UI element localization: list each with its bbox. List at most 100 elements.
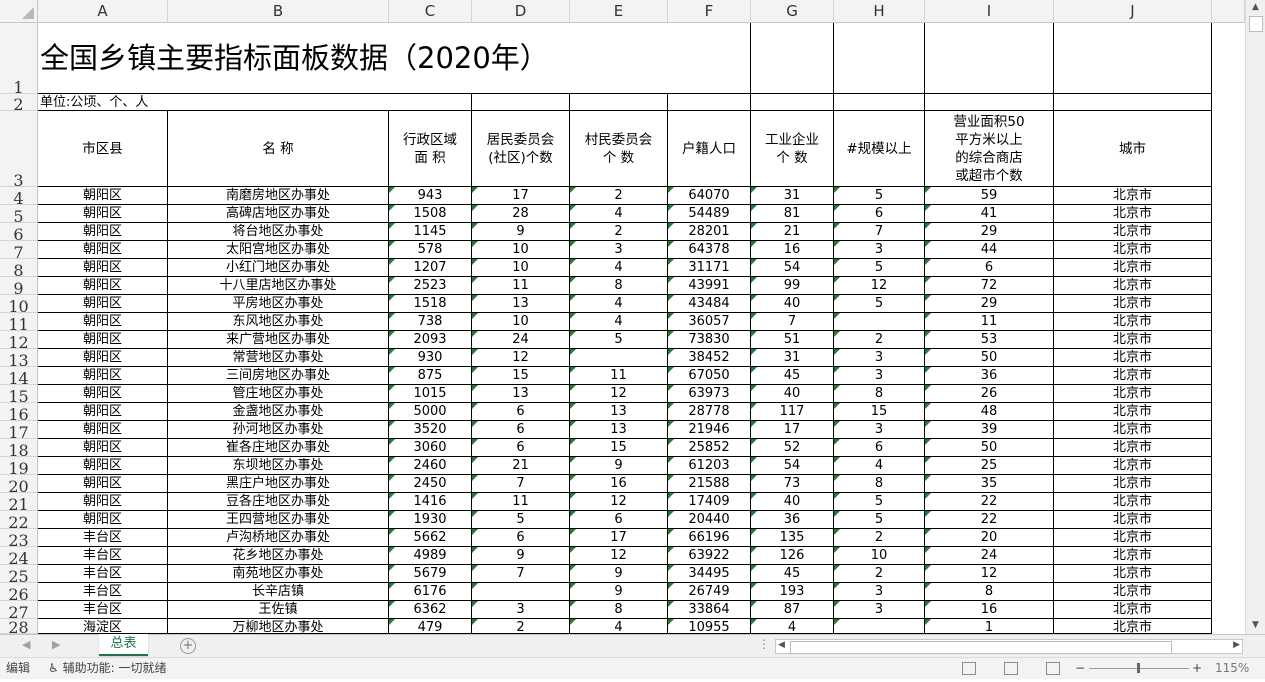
row-header-3[interactable]: 3	[0, 111, 38, 190]
cell-a22[interactable]: 朝阳区	[38, 511, 168, 529]
cell-e23[interactable]: 17	[570, 529, 668, 547]
header-cell-j[interactable]: 城市	[1054, 111, 1212, 187]
cell-h14[interactable]: 3	[834, 367, 925, 385]
cell-e4[interactable]: 2	[570, 187, 668, 205]
header-cell-h[interactable]: #规模以上	[834, 111, 925, 187]
cell-g26[interactable]: 193	[751, 583, 834, 601]
cell-c10[interactable]: 1518	[389, 295, 472, 313]
cell-j26[interactable]: 北京市	[1054, 583, 1212, 601]
cell-i20[interactable]: 35	[925, 475, 1054, 493]
cell-d6[interactable]: 9	[472, 223, 570, 241]
cell-c19[interactable]: 2460	[389, 457, 472, 475]
header-cell-g[interactable]: 工业企业 个 数	[751, 111, 834, 187]
cell-f12[interactable]: 73830	[668, 331, 751, 349]
cell-c4[interactable]: 943	[389, 187, 472, 205]
cell-f25[interactable]: 34495	[668, 565, 751, 583]
cell-e13[interactable]	[570, 349, 668, 367]
cell-f28[interactable]: 10955	[668, 619, 751, 634]
cell-e16[interactable]: 13	[570, 403, 668, 421]
row-header-11[interactable]: 11	[0, 313, 38, 334]
cell-b18[interactable]: 崔各庄地区办事处	[168, 439, 389, 457]
cell-i17[interactable]: 39	[925, 421, 1054, 439]
cell-j7[interactable]: 北京市	[1054, 241, 1212, 259]
cell-b6[interactable]: 将台地区办事处	[168, 223, 389, 241]
cell-e5[interactable]: 4	[570, 205, 668, 223]
cell-c27[interactable]: 6362	[389, 601, 472, 619]
cell-i24[interactable]: 24	[925, 547, 1054, 565]
normal-view-icon[interactable]	[962, 662, 976, 675]
cell-g14[interactable]: 45	[751, 367, 834, 385]
cell-h13[interactable]: 3	[834, 349, 925, 367]
scroll-down-icon[interactable]: ▼	[1246, 618, 1265, 632]
cell-e19[interactable]: 9	[570, 457, 668, 475]
cell-h4[interactable]: 5	[834, 187, 925, 205]
cell-d8[interactable]: 10	[472, 259, 570, 277]
cell-d26[interactable]	[472, 583, 570, 601]
unit-label[interactable]: 单位:公顷、个、人	[40, 94, 148, 111]
cell-a20[interactable]: 朝阳区	[38, 475, 168, 493]
cell-d9[interactable]: 11	[472, 277, 570, 295]
cell-g16[interactable]: 117	[751, 403, 834, 421]
cell-b4[interactable]: 南磨房地区办事处	[168, 187, 389, 205]
cell-c17[interactable]: 3520	[389, 421, 472, 439]
cell-e24[interactable]: 12	[570, 547, 668, 565]
cell-g25[interactable]: 45	[751, 565, 834, 583]
cell-j10[interactable]: 北京市	[1054, 295, 1212, 313]
header-cell-i[interactable]: 营业面积50 平方米以上 的综合商店 或超市个数	[925, 111, 1054, 187]
header-cell-b[interactable]: 名 称	[168, 111, 389, 187]
cell-i14[interactable]: 36	[925, 367, 1054, 385]
cell-a9[interactable]: 朝阳区	[38, 277, 168, 295]
cell-f21[interactable]: 17409	[668, 493, 751, 511]
cell-c14[interactable]: 875	[389, 367, 472, 385]
cell-b12[interactable]: 来广营地区办事处	[168, 331, 389, 349]
cell-b23[interactable]: 卢沟桥地区办事处	[168, 529, 389, 547]
cell-c11[interactable]: 738	[389, 313, 472, 331]
cell-i7[interactable]: 44	[925, 241, 1054, 259]
cell-e27[interactable]: 8	[570, 601, 668, 619]
cell-j24[interactable]: 北京市	[1054, 547, 1212, 565]
header-cell-a[interactable]: 市区县	[38, 111, 168, 187]
cell-h7[interactable]: 3	[834, 241, 925, 259]
cell-h11[interactable]	[834, 313, 925, 331]
cell-g11[interactable]: 7	[751, 313, 834, 331]
cell-h25[interactable]: 2	[834, 565, 925, 583]
cell-a14[interactable]: 朝阳区	[38, 367, 168, 385]
vertical-scrollbar[interactable]: ▲ ▼	[1245, 0, 1265, 634]
cell-e14[interactable]: 11	[570, 367, 668, 385]
cell-b9[interactable]: 十八里店地区办事处	[168, 277, 389, 295]
cell-d4[interactable]: 17	[472, 187, 570, 205]
cell-h6[interactable]: 7	[834, 223, 925, 241]
cell-e20[interactable]: 16	[570, 475, 668, 493]
header-cell-c[interactable]: 行政区域 面 积	[389, 111, 472, 187]
cell-b11[interactable]: 东风地区办事处	[168, 313, 389, 331]
cell-e9[interactable]: 8	[570, 277, 668, 295]
row-header-23[interactable]: 23	[0, 529, 38, 550]
cell-a24[interactable]: 丰台区	[38, 547, 168, 565]
cell-c26[interactable]: 6176	[389, 583, 472, 601]
cell-f15[interactable]: 63973	[668, 385, 751, 403]
cell-a6[interactable]: 朝阳区	[38, 223, 168, 241]
row-header-7[interactable]: 7	[0, 241, 38, 262]
cell-a15[interactable]: 朝阳区	[38, 385, 168, 403]
cell-d23[interactable]: 6	[472, 529, 570, 547]
cell-h2[interactable]	[834, 94, 925, 111]
cell-c16[interactable]: 5000	[389, 403, 472, 421]
row-header-25[interactable]: 25	[0, 565, 38, 586]
cell-j8[interactable]: 北京市	[1054, 259, 1212, 277]
cell-g19[interactable]: 54	[751, 457, 834, 475]
cell-a27[interactable]: 丰台区	[38, 601, 168, 619]
next-sheet-icon[interactable]: ▶	[52, 638, 60, 651]
cell-h17[interactable]: 3	[834, 421, 925, 439]
cell-f24[interactable]: 63922	[668, 547, 751, 565]
zoom-level[interactable]: 115%	[1215, 658, 1249, 679]
cell-e15[interactable]: 12	[570, 385, 668, 403]
row-header-16[interactable]: 16	[0, 403, 38, 424]
cell-g23[interactable]: 135	[751, 529, 834, 547]
cell-e21[interactable]: 12	[570, 493, 668, 511]
cell-i8[interactable]: 6	[925, 259, 1054, 277]
cell-d2[interactable]	[472, 94, 570, 111]
cell-a18[interactable]: 朝阳区	[38, 439, 168, 457]
cell-f1[interactable]	[668, 23, 751, 94]
cell-j2[interactable]	[1054, 94, 1212, 111]
cell-i16[interactable]: 48	[925, 403, 1054, 421]
